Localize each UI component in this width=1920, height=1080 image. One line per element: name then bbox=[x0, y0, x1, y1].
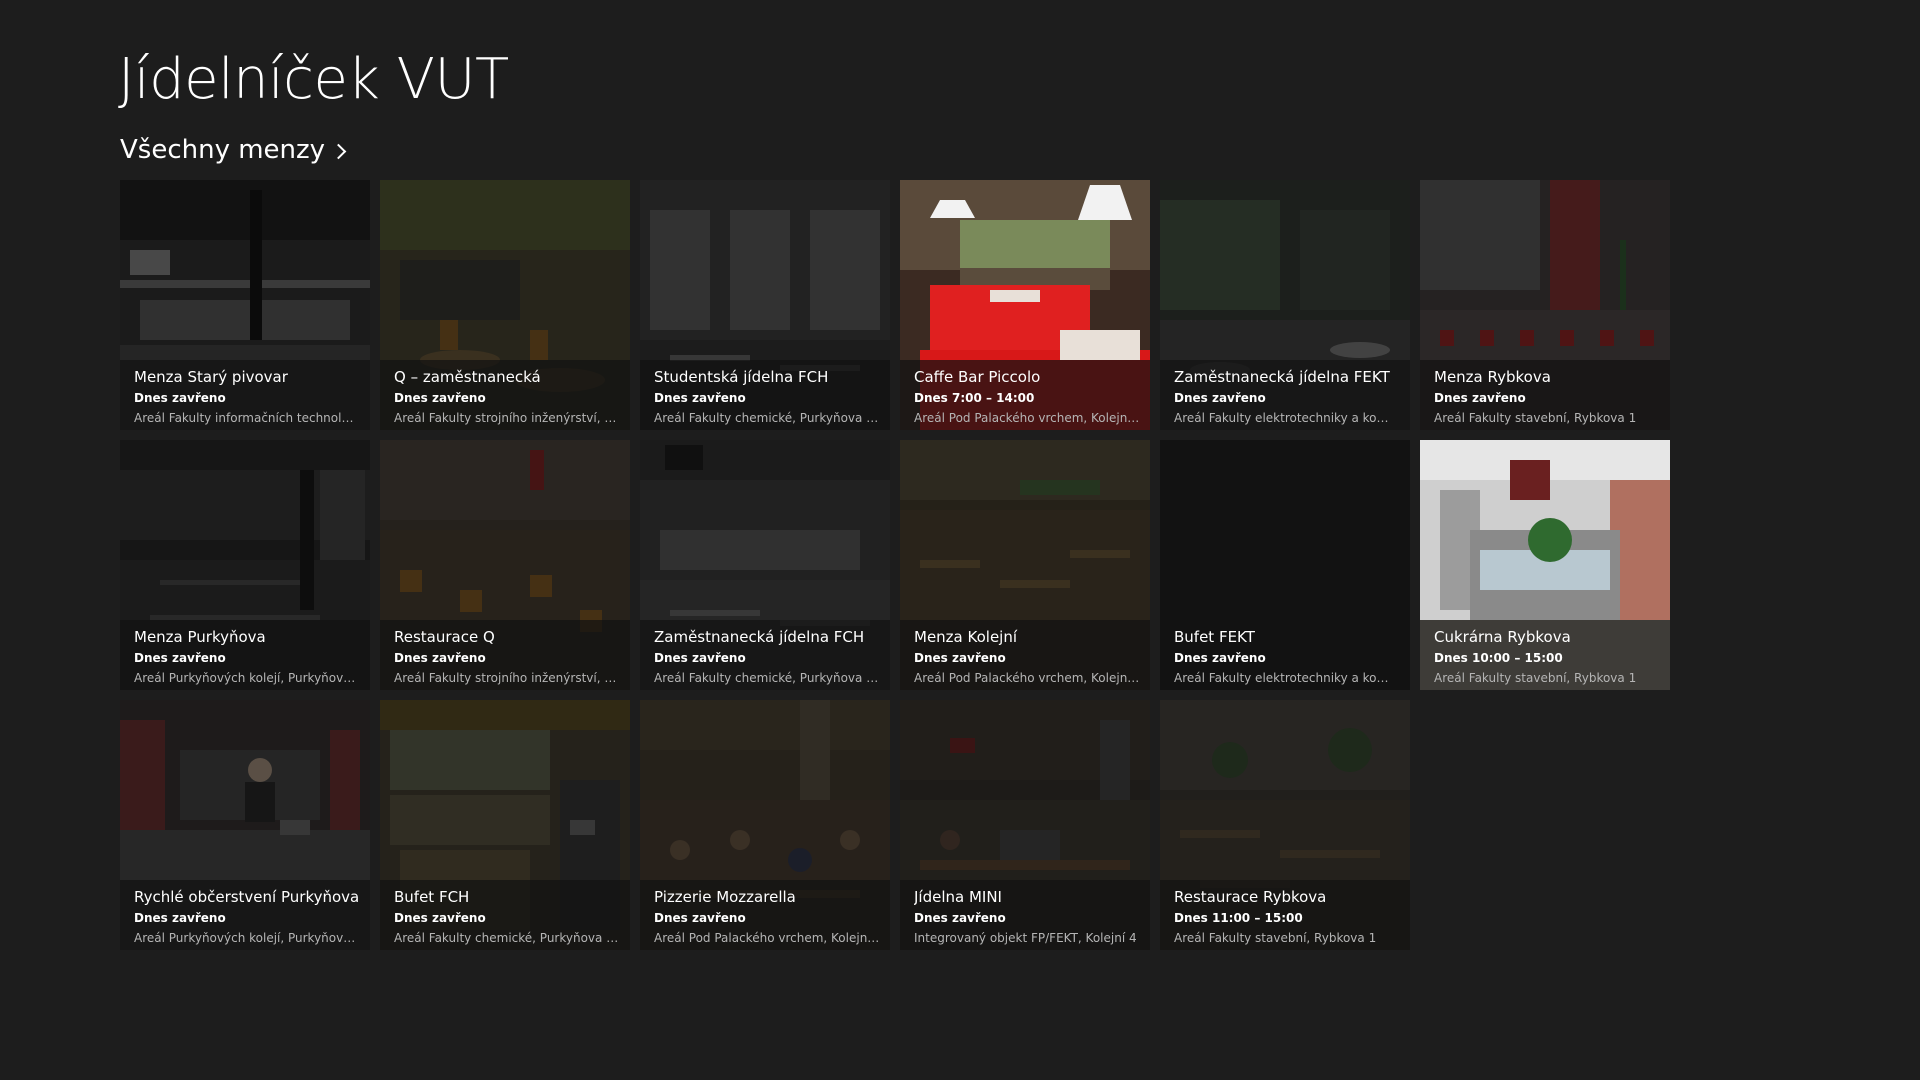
canteen-tile[interactable]: Bufet FCH Dnes zavřeno Areál Fakulty chemi… bbox=[380, 700, 630, 950]
canteen-address: Areál Purkyňových kolejí, Purkyňova 93 bbox=[134, 931, 360, 945]
canteen-name: Zaměstnanecká jídelna FEKT bbox=[1174, 368, 1390, 386]
canteen-address: Areál Fakulty stavební, Rybkova 1 bbox=[1434, 411, 1637, 425]
canteen-address: Areál Pod Palackého vrchem, Kolejní 2 bbox=[654, 931, 880, 945]
canteen-tile[interactable]: Restaurace Rybkova Dnes 11:00 – 15:00 Areá… bbox=[1160, 700, 1410, 950]
canteen-tile[interactable]: Bufet FEKT Dnes zavřeno Areál Fakulty elek… bbox=[1160, 440, 1410, 690]
canteen-tile[interactable]: Menza Purkyňova Dnes zavřeno Areál Purkyňo… bbox=[120, 440, 370, 690]
canteen-name: Bufet FCH bbox=[394, 888, 470, 906]
tile-caption: Caffe Bar Piccolo Dnes 7:00 – 14:00 Areál … bbox=[900, 360, 1150, 430]
canteen-tile[interactable]: Menza Kolejní Dnes zavřeno Areál Pod Palac… bbox=[900, 440, 1150, 690]
canteen-grid: Menza Starý pivovar Dnes zavřeno Areál Fak… bbox=[120, 180, 1670, 950]
canteen-address: Areál Pod Palackého vrchem, Kolejní 2 bbox=[914, 671, 1140, 685]
canteen-tile[interactable]: Rychlé občerstvení Purkyňova Dnes zavřeno… bbox=[120, 700, 370, 950]
canteen-address: Areál Fakulty informačních technologi... bbox=[134, 411, 360, 425]
tile-caption: Restaurace Rybkova Dnes 11:00 – 15:00 Areá… bbox=[1160, 880, 1410, 950]
opening-hours: Dnes zavřeno bbox=[654, 391, 746, 405]
opening-hours: Dnes 10:00 – 15:00 bbox=[1434, 651, 1563, 665]
opening-hours: Dnes zavřeno bbox=[914, 911, 1006, 925]
app-title: Jídelníček VUT bbox=[118, 47, 509, 112]
canteen-address: Areál Fakulty stavební, Rybkova 1 bbox=[1434, 671, 1637, 685]
opening-hours: Dnes 11:00 – 15:00 bbox=[1174, 911, 1303, 925]
canteen-address: Areál Purkyňových kolejí, Purkyňova 93 bbox=[134, 671, 360, 685]
canteen-name: Menza Rybkova bbox=[1434, 368, 1551, 386]
section-header-label: Všechny menzy bbox=[120, 135, 326, 165]
canteen-address: Areál Fakulty chemické, Purkyňova 118 bbox=[654, 671, 880, 685]
canteen-tile[interactable]: Menza Starý pivovar Dnes zavřeno Areál Fak… bbox=[120, 180, 370, 430]
opening-hours: Dnes zavřeno bbox=[394, 391, 486, 405]
tile-caption: Rychlé občerstvení Purkyňova Dnes zavřeno… bbox=[120, 880, 370, 950]
tile-caption: Menza Starý pivovar Dnes zavřeno Areál Fak… bbox=[120, 360, 370, 430]
all-canteens-header-button[interactable]: Všechny menzy bbox=[120, 132, 347, 168]
canteen-name: Studentská jídelna FCH bbox=[654, 368, 829, 386]
opening-hours: Dnes zavřeno bbox=[914, 651, 1006, 665]
tile-caption: Bufet FCH Dnes zavřeno Areál Fakulty chemi… bbox=[380, 880, 630, 950]
tile-caption: Bufet FEKT Dnes zavřeno Areál Fakulty elek… bbox=[1160, 620, 1410, 690]
canteen-address: Areál Fakulty chemické, Purkyňova 118 bbox=[394, 931, 620, 945]
canteen-tile[interactable]: Menza Rybkova Dnes zavřeno Areál Fakulty s… bbox=[1420, 180, 1670, 430]
canteen-name: Restaurace Rybkova bbox=[1174, 888, 1327, 906]
tile-caption: Menza Purkyňova Dnes zavřeno Areál Purkyňo… bbox=[120, 620, 370, 690]
tile-caption: Cukrárna Rybkova Dnes 10:00 – 15:00 Areál … bbox=[1420, 620, 1670, 690]
canteen-name: Cukrárna Rybkova bbox=[1434, 628, 1571, 646]
canteen-address: Areál Fakulty stavební, Rybkova 1 bbox=[1174, 931, 1377, 945]
tile-caption: Menza Kolejní Dnes zavřeno Areál Pod Palac… bbox=[900, 620, 1150, 690]
canteen-tile[interactable]: Q – zaměstnanecká Dnes zavřeno Areál Fakul… bbox=[380, 180, 630, 430]
opening-hours: Dnes zavřeno bbox=[134, 911, 226, 925]
opening-hours: Dnes zavřeno bbox=[654, 651, 746, 665]
tile-caption: Zaměstnanecká jídelna FCH Dnes zavřeno Are… bbox=[640, 620, 890, 690]
tile-caption: Q – zaměstnanecká Dnes zavřeno Areál Fakul… bbox=[380, 360, 630, 430]
canteen-tile[interactable]: Jídelna MINI Dnes zavřeno Integrovaný obje… bbox=[900, 700, 1150, 950]
canteen-address: Areál Fakulty strojního inženýrství, Tec… bbox=[394, 411, 620, 425]
tile-caption: Menza Rybkova Dnes zavřeno Areál Fakulty s… bbox=[1420, 360, 1670, 430]
canteen-address: Areál Fakulty elektrotechniky a komun... bbox=[1174, 671, 1400, 685]
opening-hours: Dnes zavřeno bbox=[654, 911, 746, 925]
canteen-tile[interactable]: Restaurace Q Dnes zavřeno Areál Fakulty st… bbox=[380, 440, 630, 690]
canteen-name: Restaurace Q bbox=[394, 628, 495, 646]
canteen-address: Areál Fakulty elektrotechniky a komun... bbox=[1174, 411, 1400, 425]
opening-hours: Dnes zavřeno bbox=[394, 911, 486, 925]
canteen-tile[interactable]: Zaměstnanecká jídelna FCH Dnes zavřeno Are… bbox=[640, 440, 890, 690]
canteen-name: Menza Purkyňova bbox=[134, 628, 266, 646]
canteen-tile[interactable]: Pizzerie Mozzarella Dnes zavřeno Areál Pod… bbox=[640, 700, 890, 950]
canteen-name: Q – zaměstnanecká bbox=[394, 368, 541, 386]
canteen-name: Pizzerie Mozzarella bbox=[654, 888, 796, 906]
canteen-address: Areál Pod Palackého vrchem, Kolejní 2 bbox=[914, 411, 1140, 425]
tile-caption: Studentská jídelna FCH Dnes zavřeno Areál … bbox=[640, 360, 890, 430]
tile-caption: Pizzerie Mozzarella Dnes zavřeno Areál Pod… bbox=[640, 880, 890, 950]
opening-hours: Dnes zavřeno bbox=[394, 651, 486, 665]
canteen-name: Menza Kolejní bbox=[914, 628, 1018, 646]
canteen-address: Areál Fakulty chemické, Purkyňova 118 bbox=[654, 411, 880, 425]
canteen-name: Caffe Bar Piccolo bbox=[914, 368, 1041, 386]
opening-hours: Dnes zavřeno bbox=[134, 391, 226, 405]
canteen-tile[interactable]: Cukrárna Rybkova Dnes 10:00 – 15:00 Areál … bbox=[1420, 440, 1670, 690]
canteen-name: Bufet FEKT bbox=[1174, 628, 1255, 646]
chevron-right-icon bbox=[330, 143, 347, 159]
canteen-address: Areál Fakulty strojního inženýrství, Tec… bbox=[394, 671, 620, 685]
canteen-address: Integrovaný objekt FP/FEKT, Kolejní 4 bbox=[914, 931, 1137, 945]
canteen-name: Rychlé občerstvení Purkyňova bbox=[134, 888, 360, 906]
canteen-tile[interactable]: Studentská jídelna FCH Dnes zavřeno Areál … bbox=[640, 180, 890, 430]
canteen-name: Jídelna MINI bbox=[914, 888, 1002, 906]
canteen-tile[interactable]: Zaměstnanecká jídelna FEKT Dnes zavřeno Ar… bbox=[1160, 180, 1410, 430]
tile-caption: Jídelna MINI Dnes zavřeno Integrovaný obje… bbox=[900, 880, 1150, 950]
opening-hours: Dnes zavřeno bbox=[1434, 391, 1526, 405]
tile-caption: Restaurace Q Dnes zavřeno Areál Fakulty st… bbox=[380, 620, 630, 690]
opening-hours: Dnes zavřeno bbox=[134, 651, 226, 665]
opening-hours: Dnes zavřeno bbox=[1174, 391, 1266, 405]
opening-hours: Dnes 7:00 – 14:00 bbox=[914, 391, 1035, 405]
canteen-name: Zaměstnanecká jídelna FCH bbox=[654, 628, 865, 646]
tile-caption: Zaměstnanecká jídelna FEKT Dnes zavřeno Ar… bbox=[1160, 360, 1410, 430]
opening-hours: Dnes zavřeno bbox=[1174, 651, 1266, 665]
canteen-name: Menza Starý pivovar bbox=[134, 368, 288, 386]
canteen-tile[interactable]: Caffe Bar Piccolo Dnes 7:00 – 14:00 Areál … bbox=[900, 180, 1150, 430]
